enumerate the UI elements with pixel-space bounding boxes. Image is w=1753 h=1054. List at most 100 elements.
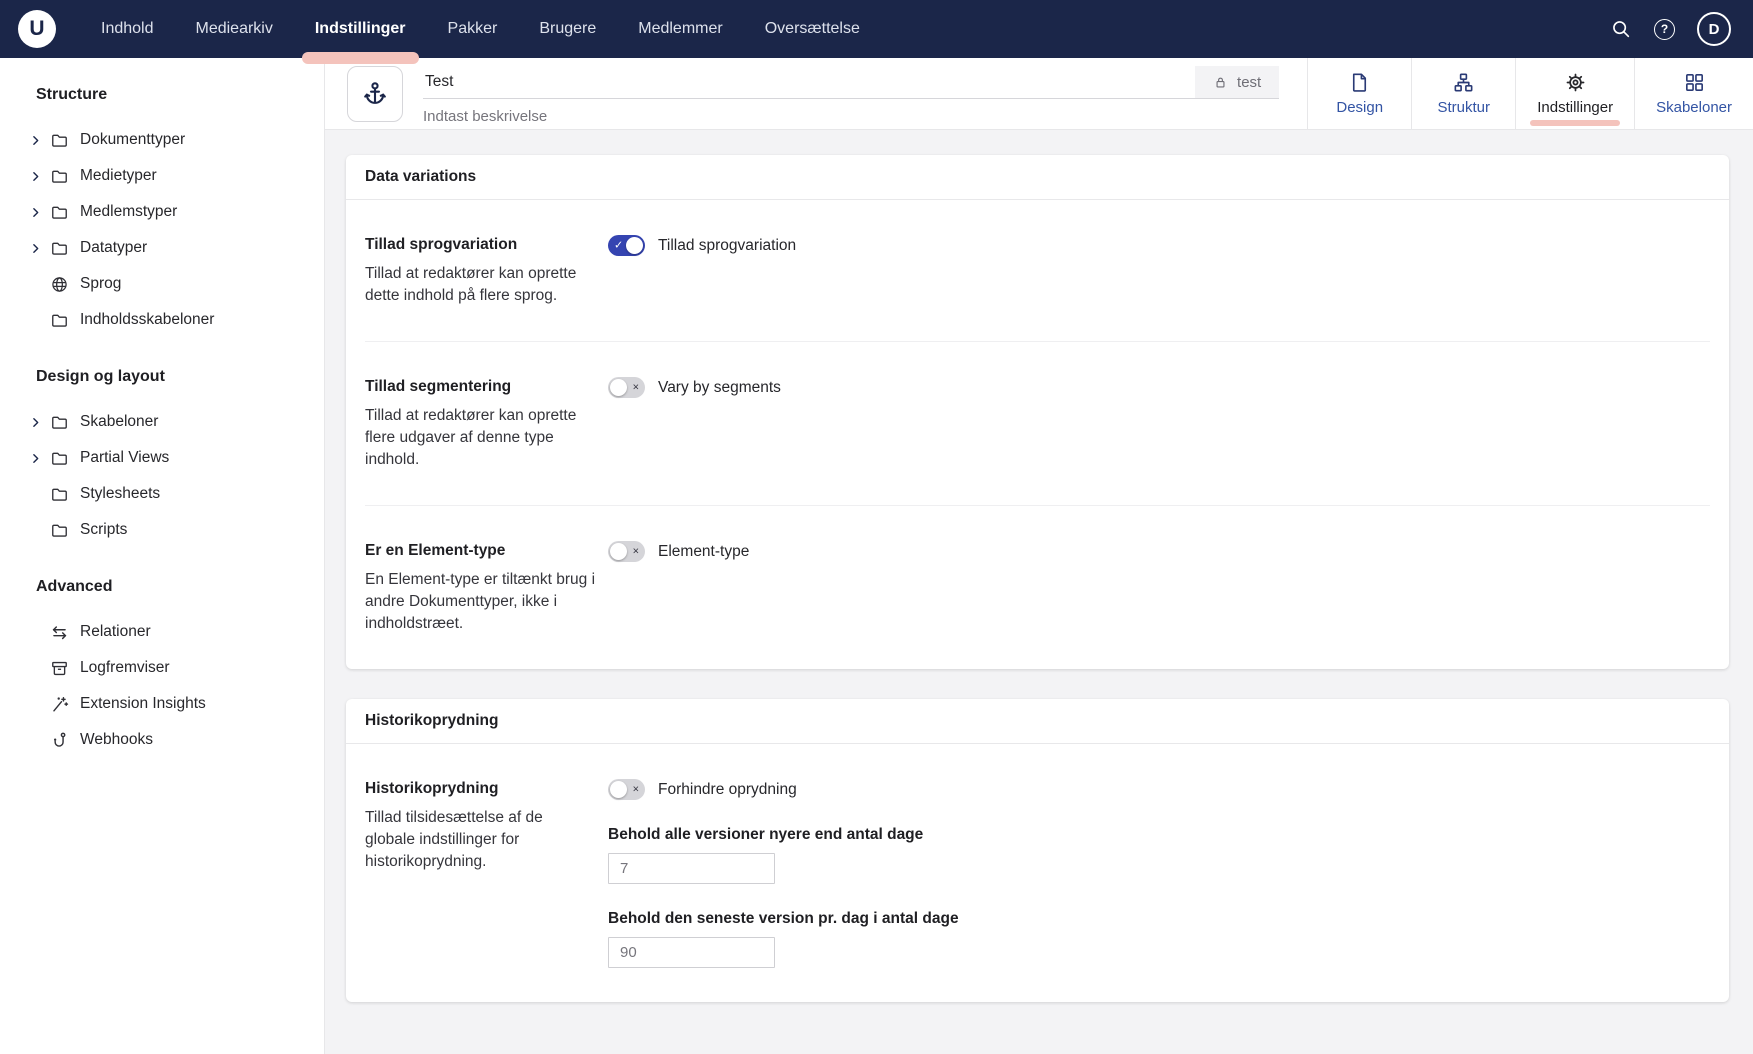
property-editor: ✓ Tillad sprogvariation — [608, 234, 1710, 307]
chevron-right-icon[interactable] — [24, 206, 46, 219]
sidebar-item-label: Medietyper — [80, 167, 157, 185]
field-keep-versions-days: Behold alle versioner nyere end antal da… — [608, 826, 1710, 884]
folder-icon — [46, 485, 72, 504]
sidebar-item-medlemstyper[interactable]: Medlemstyper — [24, 194, 314, 230]
anchor-icon — [361, 80, 389, 108]
sidebar-section-title: Design og layout — [36, 368, 314, 386]
toggle-off[interactable]: × — [608, 377, 645, 398]
chevron-placeholder — [24, 278, 46, 291]
user-avatar[interactable]: D — [1697, 12, 1731, 46]
nav-item-brugere[interactable]: Brugere — [518, 0, 617, 58]
tab-skabeloner[interactable]: Skabeloner — [1635, 58, 1753, 129]
name-input[interactable] — [423, 66, 1195, 98]
card-title: Historikoprydning — [365, 712, 498, 729]
nav-item-medlemmer[interactable]: Medlemmer — [617, 0, 743, 58]
umbraco-logo-icon[interactable]: U — [18, 10, 56, 48]
sidebar-section-title: Structure — [36, 86, 314, 104]
sidebar-item-label: Webhooks — [80, 731, 153, 749]
tab-struktur[interactable]: Struktur — [1412, 58, 1516, 129]
chevron-right-icon[interactable] — [24, 242, 46, 255]
nav-item-mediearkiv[interactable]: Mediearkiv — [175, 0, 294, 58]
sidebar-item-indholdsskabeloner[interactable]: Indholdsskabeloner — [24, 302, 314, 338]
log-box-icon — [46, 659, 72, 678]
property-info: Historikoprydning Tillad tilsidesættelse… — [365, 778, 608, 968]
check-icon: ✓ — [614, 240, 623, 251]
property-label: Tillad segmentering — [365, 376, 596, 397]
sidebar-item-sprog[interactable]: Sprog — [24, 266, 314, 302]
sidebar-item-partial-views[interactable]: Partial Views — [24, 440, 314, 476]
sidebar-item-scripts[interactable]: Scripts — [24, 512, 314, 548]
sidebar-item-relationer[interactable]: Relationer — [24, 614, 314, 650]
document-icon — [1348, 71, 1371, 94]
help-icon[interactable]: ? — [1654, 19, 1675, 40]
sidebar-item-label: Scripts — [80, 521, 127, 539]
help-glyph: ? — [1654, 19, 1675, 40]
toggle-label: Forhindre oprydning — [658, 781, 797, 799]
chevron-placeholder — [24, 314, 46, 327]
keep-versions-days-input[interactable] — [608, 853, 775, 884]
folder-icon — [46, 239, 72, 258]
property-row-historikoprydning: Historikoprydning Tillad tilsidesættelse… — [365, 744, 1710, 1002]
property-row-sprogvariation: Tillad sprogvariation Tillad at redaktør… — [365, 200, 1710, 342]
wand-icon — [46, 695, 72, 714]
nav-item-pakker[interactable]: Pakker — [427, 0, 519, 58]
grid-icon — [1683, 71, 1706, 94]
sidebar-item-extension-insights[interactable]: Extension Insights — [24, 686, 314, 722]
keep-latest-version-days-input[interactable] — [608, 937, 775, 968]
folder-icon — [46, 449, 72, 468]
field-keep-latest-version-days: Behold den seneste version pr. dag i ant… — [608, 910, 1710, 968]
sidebar-item-stylesheets[interactable]: Stylesheets — [24, 476, 314, 512]
alias-lock-badge[interactable]: test — [1195, 66, 1279, 98]
folder-icon — [46, 203, 72, 222]
name-and-description: test — [423, 66, 1279, 129]
sidebar-section-advanced: Advanced Relationer Logfremviser — [24, 578, 314, 758]
chevron-right-icon[interactable] — [24, 452, 46, 465]
toggle-on[interactable]: ✓ — [608, 235, 645, 256]
search-icon[interactable] — [1610, 18, 1632, 40]
chevron-right-icon[interactable] — [24, 134, 46, 147]
nav-item-oversaettelse[interactable]: Oversættelse — [744, 0, 881, 58]
property-row-element-type: Er en Element-type En Element-type er ti… — [365, 506, 1710, 669]
tab-label: Indstillinger — [1537, 99, 1613, 116]
description-input[interactable] — [423, 108, 1279, 125]
entity-icon-picker-button[interactable] — [347, 66, 403, 122]
name-input-row: test — [423, 66, 1279, 99]
folder-icon — [46, 311, 72, 330]
sidebar-item-logfremviser[interactable]: Logfremviser — [24, 650, 314, 686]
relations-arrows-icon — [46, 623, 72, 642]
toggle-knob — [610, 543, 627, 560]
sidebar-section-title: Advanced — [36, 578, 314, 596]
cross-icon: × — [633, 382, 639, 393]
folder-icon — [46, 413, 72, 432]
nav-item-indstillinger[interactable]: Indstillinger — [294, 0, 427, 58]
card-header: Historikoprydning — [346, 699, 1729, 744]
gear-icon — [1564, 71, 1587, 94]
settings-sidebar: Structure Dokumenttyper Medietyper — [0, 58, 325, 1054]
toggle-off[interactable]: × — [608, 541, 645, 562]
chevron-right-icon[interactable] — [24, 416, 46, 429]
sidebar-item-label: Skabeloner — [80, 413, 158, 431]
sitemap-icon — [1452, 71, 1475, 94]
toggle-row: × Element-type — [608, 541, 1710, 562]
sidebar-item-skabeloner[interactable]: Skabeloner — [24, 404, 314, 440]
sidebar-item-medietyper[interactable]: Medietyper — [24, 158, 314, 194]
card-title: Data variations — [365, 168, 476, 185]
alias-text: test — [1237, 74, 1261, 91]
sidebar-item-label: Logfremviser — [80, 659, 170, 677]
sidebar-item-webhooks[interactable]: Webhooks — [24, 722, 314, 758]
toggle-row: × Vary by segments — [608, 377, 1710, 398]
property-description: Tillad at redaktører kan oprette dette i… — [365, 263, 596, 307]
sidebar-item-dokumenttyper[interactable]: Dokumenttyper — [24, 122, 314, 158]
toggle-off[interactable]: × — [608, 779, 645, 800]
tab-indstillinger[interactable]: Indstillinger — [1516, 58, 1635, 129]
chevron-right-icon[interactable] — [24, 170, 46, 183]
nav-item-indhold[interactable]: Indhold — [80, 0, 175, 58]
document-type-header: test Design Struktur — [325, 58, 1753, 130]
property-description: Tillad at redaktører kan oprette flere u… — [365, 405, 596, 471]
property-label: Historikoprydning — [365, 778, 596, 799]
sidebar-item-datatyper[interactable]: Datatyper — [24, 230, 314, 266]
toggle-row: ✓ Tillad sprogvariation — [608, 235, 1710, 256]
top-nav: U Indhold Mediearkiv Indstillinger Pakke… — [0, 0, 1753, 58]
sidebar-item-label: Partial Views — [80, 449, 169, 467]
tab-design[interactable]: Design — [1308, 58, 1412, 129]
